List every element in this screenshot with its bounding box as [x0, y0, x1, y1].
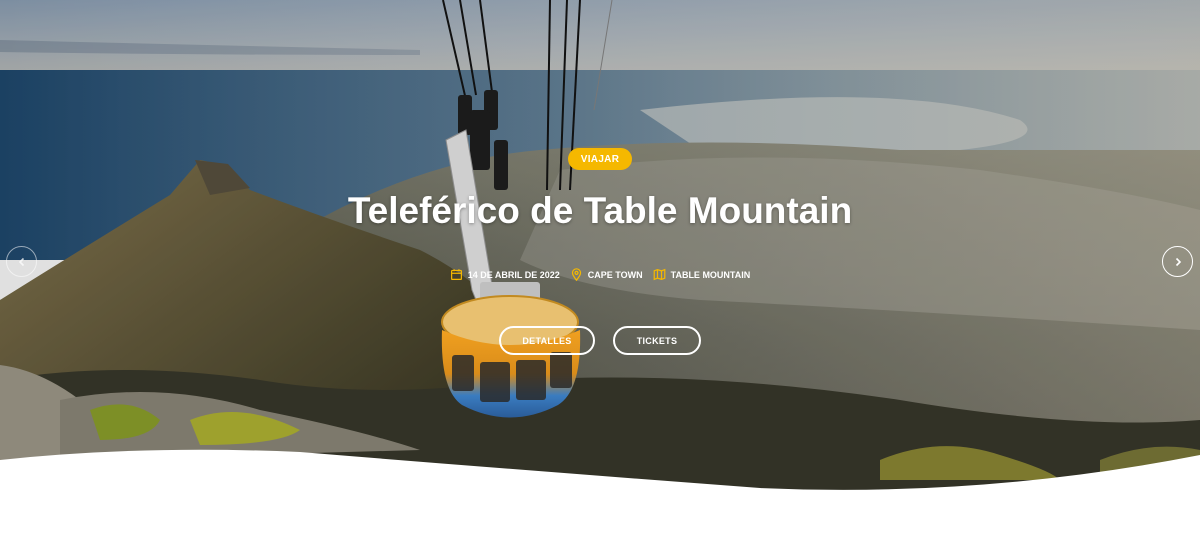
tickets-button[interactable]: TICKETS — [613, 326, 701, 355]
details-button[interactable]: DETALLES — [499, 326, 595, 355]
map-icon — [653, 268, 665, 281]
meta-place-text: TABLE MOUNTAIN — [670, 269, 751, 280]
meta-city-text: CAPE TOWN — [587, 269, 643, 280]
hero-background-image — [0, 0, 1200, 533]
calendar-icon — [450, 269, 462, 280]
slide-title: Teleférico de Table Mountain — [347, 190, 853, 231]
meta-date: 14 DE ABRIL DE 2022 — [450, 268, 560, 281]
prev-slide-button[interactable] — [6, 246, 37, 277]
meta-city[interactable]: CAPE TOWN — [570, 268, 643, 281]
meta-date-text: 14 DE ABRIL DE 2022 — [467, 269, 560, 280]
hero-slider: VIAJAR Teleférico de Table Mountain 14 D… — [0, 0, 1200, 533]
chevron-right-icon — [1175, 257, 1181, 266]
category-badge[interactable]: VIAJAR — [568, 148, 632, 170]
slide-meta: 14 DE ABRIL DE 2022 CAPE TOWN TABLE MOUN… — [0, 268, 1200, 281]
next-slide-button[interactable] — [1162, 246, 1193, 277]
chevron-left-icon — [18, 257, 24, 266]
meta-place[interactable]: TABLE MOUNTAIN — [653, 268, 751, 281]
map-pin-icon — [571, 268, 581, 281]
